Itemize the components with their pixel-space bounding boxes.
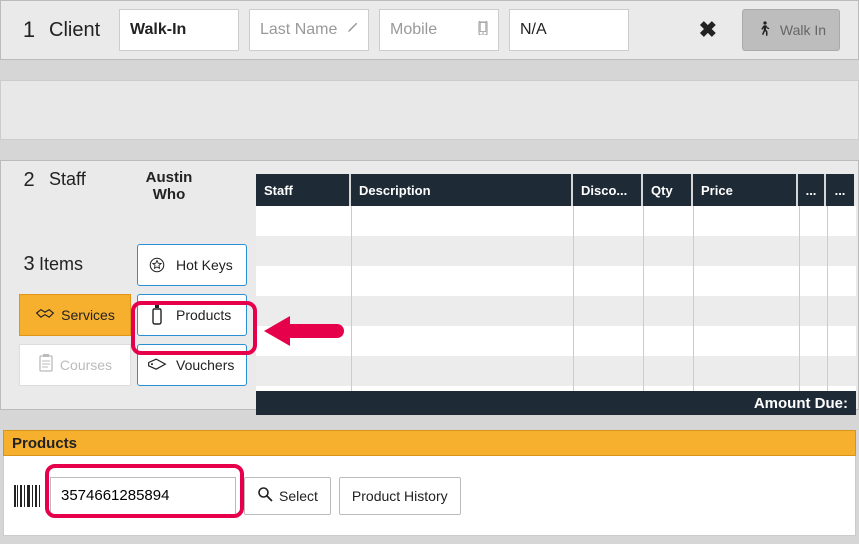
products-button[interactable]: Products xyxy=(137,294,247,336)
step-2-number: 2 xyxy=(19,169,39,192)
hotkeys-button[interactable]: Hot Keys xyxy=(137,244,247,286)
courses-label: Courses xyxy=(60,357,112,373)
services-button[interactable]: Services xyxy=(19,294,131,336)
client-firstname-field[interactable]: Walk-In xyxy=(119,9,239,51)
product-history-button[interactable]: Product History xyxy=(339,477,461,515)
bottle-icon xyxy=(146,305,168,325)
staff-name-line1: Austin xyxy=(119,169,219,186)
spacer-bar xyxy=(0,80,859,140)
walkin-button[interactable]: Walk In xyxy=(742,9,840,51)
step-3-label: Items xyxy=(39,254,94,275)
clear-client-button[interactable]: ✖ xyxy=(684,17,732,43)
staff-name[interactable]: Austin Who xyxy=(119,169,219,204)
handshake-icon xyxy=(35,305,55,324)
table-body[interactable] xyxy=(256,206,856,391)
magnifier-icon xyxy=(257,486,273,505)
step-1-label: Client xyxy=(49,19,109,42)
barcode-icon xyxy=(14,485,42,507)
client-mobile-field[interactable]: Mobile xyxy=(379,9,499,51)
courses-button[interactable]: Courses xyxy=(19,344,131,386)
star-icon xyxy=(146,256,168,274)
select-button[interactable]: Select xyxy=(244,477,331,515)
hotkeys-label: Hot Keys xyxy=(176,257,233,273)
line-items-table: Staff Description Disco... Qty Price ...… xyxy=(256,174,856,415)
col-discount[interactable]: Disco... xyxy=(573,174,643,206)
client-row: 1 Client Walk-In Last Name Mobile N/A ✖ … xyxy=(0,0,859,60)
clipboard-icon xyxy=(38,354,54,375)
amount-due-footer: Amount Due: xyxy=(256,391,856,415)
amount-due-label: Amount Due: xyxy=(754,395,848,412)
step-1-number: 1 xyxy=(19,17,39,43)
client-firstname-value: Walk-In xyxy=(130,21,186,39)
client-lastname-placeholder: Last Name xyxy=(260,21,337,39)
col-staff[interactable]: Staff xyxy=(256,174,351,206)
col-more-2[interactable]: ... xyxy=(826,174,854,206)
walkin-label: Walk In xyxy=(780,22,826,38)
step-2-label: Staff xyxy=(49,169,109,190)
products-panel: Products Select xyxy=(3,430,856,536)
client-extra-field[interactable]: N/A xyxy=(509,9,629,51)
vouchers-button[interactable]: Vouchers xyxy=(137,344,247,386)
arrow-annotation xyxy=(264,316,344,346)
walkin-icon xyxy=(756,18,774,43)
col-qty[interactable]: Qty xyxy=(643,174,693,206)
services-label: Services xyxy=(61,307,115,323)
col-price[interactable]: Price xyxy=(693,174,798,206)
col-description[interactable]: Description xyxy=(351,174,573,206)
pencil-icon xyxy=(346,21,358,39)
tag-icon xyxy=(146,357,168,373)
product-history-label: Product History xyxy=(352,488,448,504)
barcode-input[interactable] xyxy=(50,477,236,515)
products-label: Products xyxy=(176,307,231,323)
staff-name-line2: Who xyxy=(119,186,219,203)
col-more-1[interactable]: ... xyxy=(798,174,826,206)
select-label: Select xyxy=(279,488,318,504)
step-3-number: 3 xyxy=(19,253,39,276)
client-mobile-placeholder: Mobile xyxy=(390,21,437,39)
client-lastname-field[interactable]: Last Name xyxy=(249,9,369,51)
phone-icon xyxy=(478,21,488,40)
vouchers-label: Vouchers xyxy=(176,357,234,373)
products-panel-title: Products xyxy=(3,430,856,456)
client-extra-value: N/A xyxy=(520,21,547,39)
